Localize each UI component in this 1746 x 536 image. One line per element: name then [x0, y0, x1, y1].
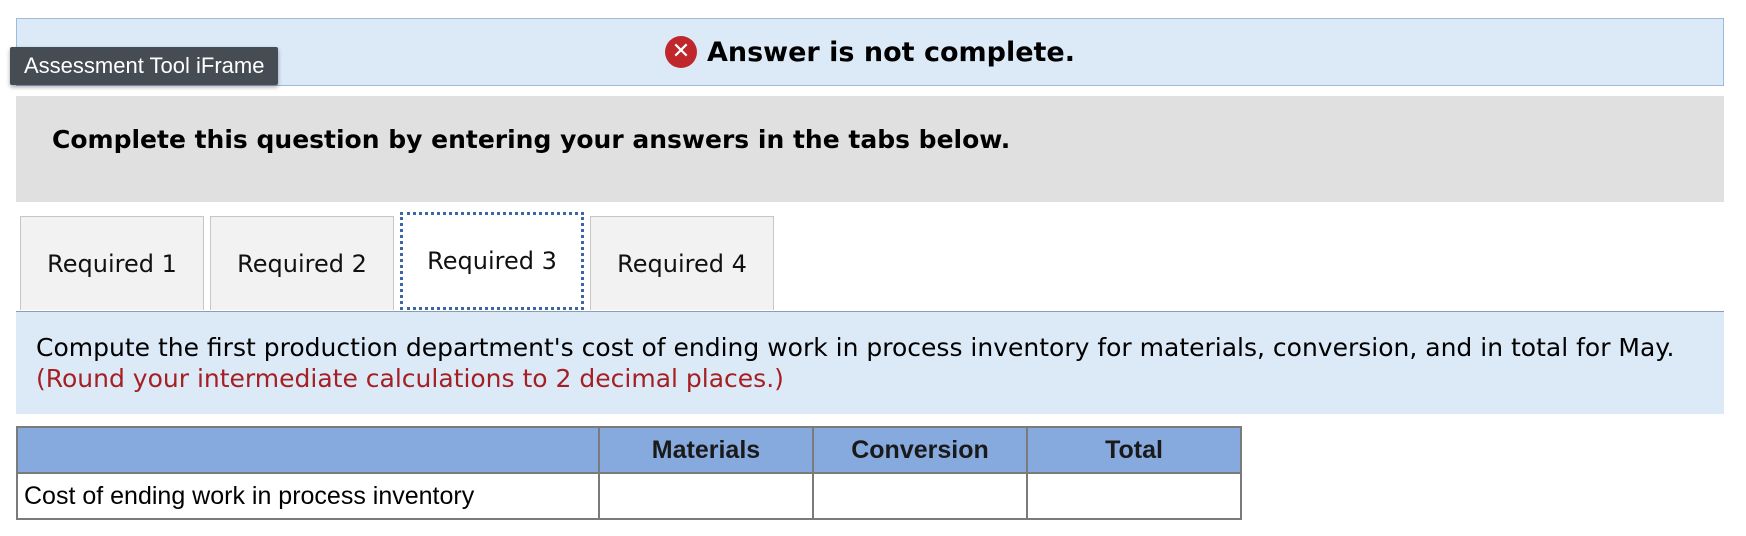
materials-input[interactable] [606, 474, 806, 518]
table-header-row: Materials Conversion Total [16, 426, 1242, 474]
assessment-tool-iframe-badge: Assessment Tool iFrame [10, 47, 279, 85]
header-conversion: Conversion [812, 426, 1028, 474]
answer-status-message: Answer is not complete. [706, 36, 1076, 68]
tab-required-3[interactable]: Required 3 [400, 212, 584, 310]
x-circle-icon: ✕ [664, 36, 697, 68]
header-materials: Materials [598, 426, 814, 474]
answer-table: Materials Conversion Total Cost of endin… [16, 426, 1242, 520]
row-label: Cost of ending work in process inventory [16, 472, 600, 520]
header-blank [16, 426, 600, 474]
prompt-text: Compute the first production department'… [36, 333, 1675, 362]
table-row: Cost of ending work in process inventory [16, 472, 1242, 520]
instruction-text: Complete this question by entering your … [52, 124, 1011, 154]
question-prompt: Compute the first production department'… [16, 312, 1724, 414]
conversion-cell [812, 472, 1028, 520]
tab-required-2[interactable]: Required 2 [210, 216, 394, 310]
header-total: Total [1026, 426, 1242, 474]
instruction-bar: Complete this question by entering your … [16, 96, 1724, 202]
answer-status-content: ✕ Answer is not complete. [664, 36, 1076, 68]
total-cell [1026, 472, 1242, 520]
tab-required-4[interactable]: Required 4 [590, 216, 774, 310]
tab-required-1[interactable]: Required 1 [20, 216, 204, 310]
materials-cell [598, 472, 814, 520]
total-input[interactable] [1034, 474, 1234, 518]
conversion-input[interactable] [820, 474, 1020, 518]
rounding-note: (Round your intermediate calculations to… [36, 364, 784, 393]
required-tabs: Required 1 Required 2 Required 3 Require… [20, 212, 774, 312]
